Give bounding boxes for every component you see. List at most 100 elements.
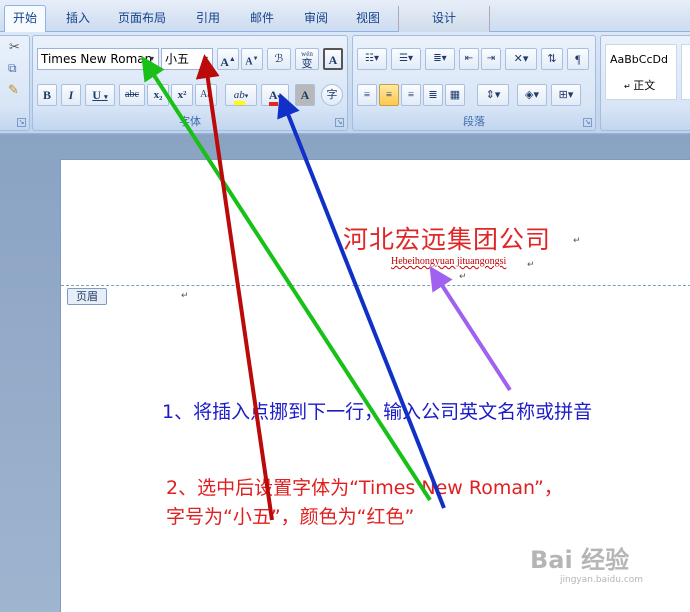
tab-references[interactable]: 引用 [186,6,230,32]
header-separator [61,285,690,286]
align-right-button[interactable]: ≡ [401,84,421,106]
underline-icon: U [92,88,102,102]
paint-bucket-icon: ◈▾ [525,89,539,101]
bold-button[interactable]: B [37,84,57,106]
copy-icon[interactable]: ⧉ [8,61,17,76]
align-left-icon: ≡ [363,89,371,101]
grow-font-button[interactable]: A▲ [217,48,239,70]
line-spacing-button[interactable]: ⇕▾ [477,84,509,106]
align-right-icon: ≡ [407,89,415,101]
company-name-en[interactable]: Hebeihongyuan jituangongsi [391,256,506,267]
decrease-indent-icon: ⇤ [464,53,474,64]
subscript-icon: x₂ [153,89,163,101]
watermark-logo: Bai 经验 [530,546,630,574]
tab-home[interactable]: 开始 [4,5,46,33]
char-shading-button[interactable]: A [295,84,315,106]
chevron-down-icon[interactable]: ▾ [200,49,212,69]
char-border-button[interactable]: A [323,48,343,70]
grow-font-icon: A [220,55,229,69]
company-name-cn[interactable]: 河北宏远集团公司 [343,220,551,256]
header-tag[interactable]: 页眉 [67,288,107,305]
enclose-char-icon: 字 [326,89,338,101]
chevron-down-icon[interactable]: ▾ [146,49,158,69]
style-next-tile[interactable] [681,44,690,100]
sort-button[interactable]: ⇅ [541,48,563,70]
font-color-icon: A [268,88,278,106]
align-center-button[interactable]: ≡ [379,84,399,106]
italic-button[interactable]: I [61,84,81,106]
tab-design[interactable]: 设计 [398,6,490,32]
enclose-char-button[interactable]: 字 [321,84,343,106]
cut-icon[interactable]: ✂ [9,40,20,55]
shading-button[interactable]: ◈▾ [517,84,547,106]
clipboard-group: ✂ ⧉ ✎ ↘ [0,35,30,131]
font-name-combo[interactable]: Times New Roman ▾ [37,48,159,70]
eraser-icon: ℬ [274,53,284,65]
paragraph-mark: ↵ [527,260,535,270]
clipboard-launcher-icon[interactable]: ↘ [17,118,26,127]
style-preview: AaBbCcDd [610,53,668,66]
show-marks-button[interactable]: ¶ [567,48,589,70]
paragraph-group-label: 段落 [463,115,485,128]
tab-mailings[interactable]: 邮件 [240,6,284,32]
styles-group: AaBbCcDd ↵ 正文 [600,35,690,131]
style-normal-tile[interactable]: AaBbCcDd ↵ 正文 [605,44,677,100]
subscript-button[interactable]: x₂ [147,84,169,106]
bullets-icon: ☷▾ [365,53,379,64]
instruction-note-1: 1、将插入点挪到下一行，输入公司英文名称或拼音 [162,401,593,423]
clear-formatting-button[interactable]: ℬ [267,48,291,70]
justify-button[interactable]: ≣ [423,84,443,106]
align-center-icon: ≡ [385,89,393,101]
bullets-button[interactable]: ☷▾ [357,48,387,70]
ribbon: ✂ ⧉ ✎ ↘ Times New Roman ▾ 小五 ▾ A▲ A▼ ℬ w… [0,32,690,134]
instruction-note-2-line-2: 字号为“小五”，颜色为“红色” [166,506,415,528]
shrink-font-icon: A [245,56,253,68]
superscript-button[interactable]: x² [171,84,193,106]
phonetic-guide-button[interactable]: wén 变 [295,48,319,70]
underline-button[interactable]: U ▾ [85,84,115,106]
style-name: ↵ 正文 [624,79,656,92]
paragraph-launcher-icon[interactable]: ↘ [583,118,592,127]
font-name-value: Times New Roman [41,52,153,66]
paragraph-mark: ↵ [181,291,189,301]
paragraph-mark: ↵ [573,236,581,246]
align-left-button[interactable]: ≡ [357,84,377,106]
shrink-font-button[interactable]: A▼ [241,48,263,70]
distributed-button[interactable]: ▦ [445,84,465,106]
watermark: Bai 经验 jingyan.baidu.com [530,540,643,585]
decrease-indent-button[interactable]: ⇤ [459,48,479,70]
font-launcher-icon[interactable]: ↘ [335,118,344,127]
borders-button[interactable]: ⊞▾ [551,84,581,106]
tab-review[interactable]: 审阅 [294,6,338,32]
watermark-url: jingyan.baidu.com [560,575,644,585]
pilcrow-icon: ¶ [575,52,581,66]
multilevel-list-button[interactable]: ≣▾ [425,48,455,70]
tab-insert[interactable]: 插入 [56,6,100,32]
change-case-button[interactable]: Aa [195,84,217,106]
highlighter-icon: ab [233,89,245,105]
tab-view[interactable]: 视图 [346,6,390,32]
tab-page-layout[interactable]: 页面布局 [108,6,176,32]
ribbon-tab-bar: 开始 插入 页面布局 引用 邮件 审阅 视图 设计 [0,0,690,33]
italic-icon: I [68,88,74,102]
instruction-note-2-line-1: 2、选中后设置字体为“Times New Roman”， [166,477,563,499]
highlight-button[interactable]: ab▾ [225,84,257,106]
numbering-button[interactable]: ☰▾ [391,48,421,70]
font-group: Times New Roman ▾ 小五 ▾ A▲ A▼ ℬ wén 变 A B… [32,35,348,131]
font-size-combo[interactable]: 小五 ▾ [161,48,213,70]
increase-indent-button[interactable]: ⇥ [481,48,501,70]
line-spacing-icon: ⇕▾ [485,89,501,101]
font-group-label: 字体 [179,115,201,128]
bold-icon: B [42,88,51,102]
paragraph-mark: ↵ [459,272,467,282]
distributed-icon: ▦ [449,89,461,101]
superscript-icon: x² [177,89,187,101]
strikethrough-button[interactable]: abc [119,84,145,106]
font-size-value: 小五 [165,52,190,66]
paragraph-group: ☷▾ ☰▾ ≣▾ ⇤ ⇥ ✕▾ ⇅ ¶ ≡ ≡ ≡ ≣ ▦ ⇕▾ ◈▾ ⊞▾ 段… [352,35,596,131]
asian-layout-button[interactable]: ✕▾ [505,48,537,70]
font-color-button[interactable]: A▾ [261,84,289,106]
numbering-icon: ☰▾ [399,53,413,64]
justify-icon: ≣ [428,89,438,101]
format-painter-icon[interactable]: ✎ [8,83,19,98]
